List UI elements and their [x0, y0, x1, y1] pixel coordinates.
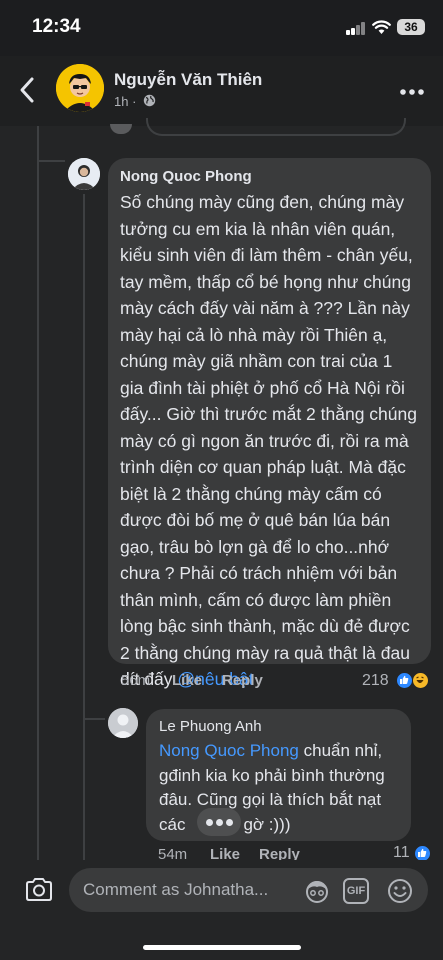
status-bar: 12:34 36: [0, 0, 443, 56]
previous-reply-bubble: [146, 118, 406, 136]
comment-input[interactable]: [83, 868, 295, 912]
commenter-avatar[interactable]: [68, 158, 100, 190]
post-timestamp: 1h ·: [114, 94, 137, 109]
comment-text-line: gờ :))): [243, 814, 291, 834]
thread-line: [83, 718, 105, 720]
comment-author[interactable]: Le Phuong Anh: [159, 717, 399, 737]
avatar-sticker-icon[interactable]: [304, 878, 330, 904]
emoji-icon[interactable]: [387, 878, 413, 904]
cartoon-avatar-icon: [56, 64, 104, 112]
comment-text: Số chúng mày cũng đen, chúng mày tưởng c…: [120, 189, 419, 693]
profile-photo-icon: [68, 158, 100, 190]
thread-line: [83, 194, 85, 860]
more-options-icon[interactable]: [398, 82, 426, 102]
home-indicator[interactable]: [143, 945, 301, 950]
comment-text-line: gđinh kia ko phải bình thường: [159, 765, 385, 785]
like-reaction-icon: [396, 672, 413, 689]
back-arrow-icon[interactable]: [14, 72, 42, 108]
post-author-avatar[interactable]: [56, 64, 104, 112]
comment-text-line: các: [159, 814, 186, 834]
post-author-name[interactable]: Nguyễn Văn Thiên: [114, 70, 262, 90]
mention-link[interactable]: Nong Quoc Phong: [159, 741, 299, 760]
like-button[interactable]: Like: [172, 672, 202, 689]
thread-line: [37, 160, 65, 162]
previous-reply-avatar: [110, 124, 132, 134]
commenter-avatar[interactable]: [108, 708, 138, 738]
comment-text-body: Số chúng mày cũng đen, chúng mày tưởng c…: [120, 192, 417, 689]
typing-indicator: [197, 808, 241, 836]
reaction-count[interactable]: 218: [362, 672, 389, 690]
wifi-icon: [372, 20, 391, 34]
comment-text-line: đâu. Cũng gọi là thích bắt nạt: [159, 790, 382, 809]
comment-composer: GIF: [0, 860, 443, 960]
reply-button[interactable]: Reply: [222, 672, 263, 689]
comment-bubble[interactable]: Le Phuong Anh Nong Quoc Phong chuẩn nhỉ,…: [146, 709, 411, 841]
default-avatar-icon: [108, 708, 138, 738]
post-header: Nguyễn Văn Thiên 1h ·: [0, 56, 443, 126]
comment-bubble[interactable]: Nong Quoc Phong Số chúng mày cũng đen, c…: [108, 158, 431, 689]
globe-icon: [143, 94, 156, 107]
gif-icon[interactable]: GIF: [343, 878, 369, 904]
comment-field[interactable]: GIF: [69, 868, 428, 912]
status-time: 12:34: [32, 16, 81, 37]
haha-reaction-icon: [412, 672, 429, 689]
comment-text: Nong Quoc Phong chuẩn nhỉ, gđinh kia ko …: [159, 739, 399, 837]
comment-author[interactable]: Nong Quoc Phong: [120, 167, 419, 187]
comment-time: 56m: [121, 672, 151, 689]
cellular-signal-icon: [346, 22, 366, 35]
thread-line: [37, 126, 39, 860]
camera-icon[interactable]: [24, 877, 54, 903]
battery-indicator: 36: [397, 19, 425, 35]
comment-text-line: chuẩn nhỉ,: [298, 741, 383, 760]
